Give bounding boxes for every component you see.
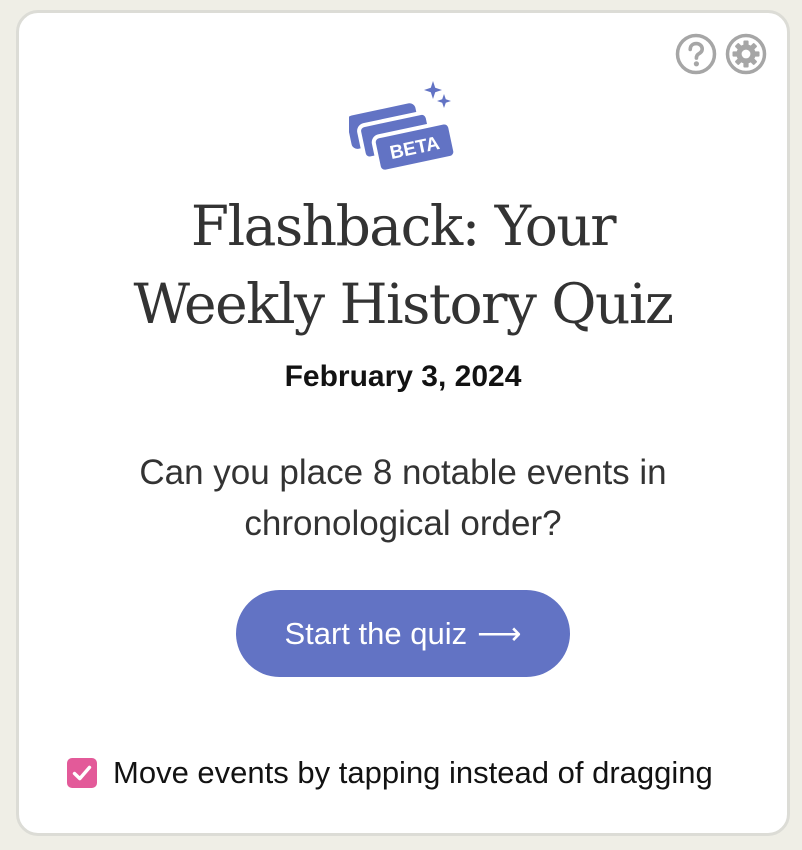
settings-icon[interactable] bbox=[725, 33, 767, 75]
quiz-date: February 3, 2024 bbox=[284, 360, 522, 393]
title-line-2: Weekly History Quiz bbox=[133, 272, 674, 336]
flashback-logo: BETA bbox=[349, 81, 458, 171]
checkmark-icon bbox=[72, 765, 92, 781]
tap-mode-checkbox[interactable] bbox=[67, 758, 97, 788]
title-line-1: Flashback: Your bbox=[190, 194, 617, 258]
page-title: Flashback: Your Weekly History Quiz bbox=[19, 187, 787, 343]
tap-mode-option[interactable]: Move events by tapping instead of draggi… bbox=[67, 753, 713, 793]
sparkle-icon bbox=[424, 81, 451, 108]
quiz-card: BETA Flashback: Your Weekly History Quiz… bbox=[16, 10, 790, 836]
corner-controls bbox=[675, 33, 767, 75]
start-quiz-button[interactable]: Start the quiz ⟶ bbox=[236, 590, 570, 677]
tap-mode-label: Move events by tapping instead of draggi… bbox=[113, 755, 713, 790]
help-icon[interactable] bbox=[675, 33, 717, 75]
quiz-description: Can you place 8 notable events in chrono… bbox=[19, 447, 787, 549]
description-line-1: Can you place 8 notable events in bbox=[139, 453, 667, 492]
arrow-right-icon: ⟶ bbox=[477, 615, 522, 651]
description-line-2: chronological order? bbox=[244, 504, 562, 543]
start-quiz-label: Start the quiz bbox=[284, 615, 468, 651]
